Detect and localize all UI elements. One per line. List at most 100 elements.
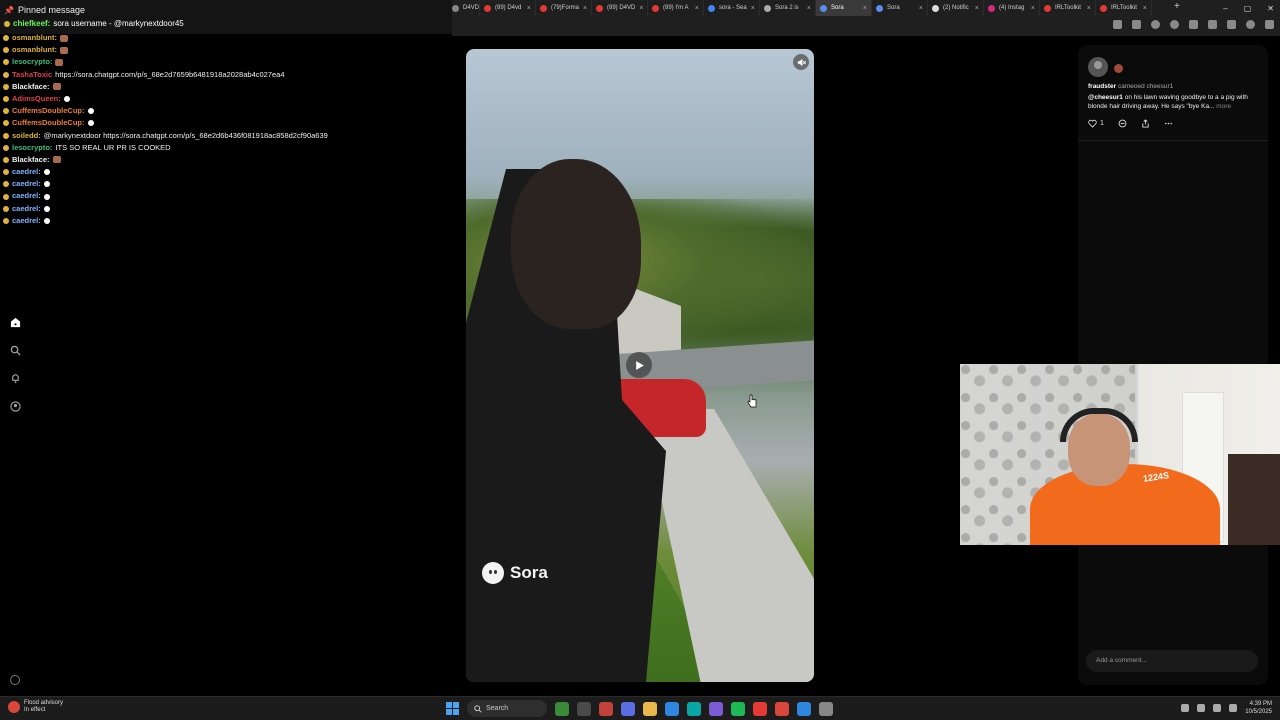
browser-tab[interactable]: (89) D4vd × (480, 0, 536, 16)
taskbar-app-icon[interactable] (599, 701, 613, 716)
remix-button[interactable] (1118, 119, 1127, 128)
tab-close-icon[interactable]: × (751, 5, 755, 12)
weather-widget[interactable]: Flood advisory In effect (8, 700, 63, 714)
browser-tab[interactable]: sora - Sea × (704, 0, 760, 16)
notifications-icon[interactable] (9, 372, 21, 384)
mute-button[interactable] (793, 54, 809, 70)
profile-avatar-icon[interactable] (1246, 20, 1255, 29)
extension-icon[interactable] (1151, 20, 1160, 29)
extension-icon[interactable] (1189, 20, 1198, 29)
like-button[interactable]: 1 (1088, 119, 1104, 128)
chat-username[interactable]: TashaToxic (12, 69, 52, 81)
video-player[interactable]: Sora (466, 49, 814, 682)
tab-close-icon[interactable]: × (1143, 5, 1147, 12)
taskbar-app-icon[interactable] (797, 701, 811, 716)
chevron-up-icon[interactable] (1181, 704, 1190, 712)
chat-username[interactable]: CuffemsDoubleCup: (12, 105, 85, 117)
start-button[interactable] (446, 702, 459, 715)
chat-username[interactable]: Blackface: (12, 81, 50, 93)
volume-icon[interactable] (1213, 704, 1222, 712)
tab-close-icon[interactable]: × (807, 5, 811, 12)
share-button[interactable] (1141, 119, 1150, 128)
browser-tab[interactable]: (89) I'm A × (648, 0, 704, 16)
puzzle-icon[interactable] (1227, 20, 1236, 29)
tab-close-icon[interactable]: × (863, 5, 867, 12)
tab-close-icon[interactable]: × (1031, 5, 1035, 12)
chat-username[interactable]: AdimsQueen: (12, 93, 61, 105)
browser-tab[interactable]: (89) D4VD × (592, 0, 648, 16)
play-button[interactable] (626, 352, 652, 378)
taskbar-app-icon[interactable] (577, 701, 591, 716)
clock[interactable]: 4:39 PM 10/5/2025 (1245, 700, 1272, 716)
browser-tab[interactable]: Sora 2 is × (760, 0, 816, 16)
taskbar-app-icon[interactable] (731, 701, 745, 716)
profile-icon[interactable] (9, 400, 21, 412)
extension-icon[interactable] (1170, 20, 1179, 29)
post-card: fraudster cameoed cheesur1 @cheesur1 on … (1078, 45, 1268, 141)
chat-username[interactable]: CuffemsDoubleCup: (12, 117, 85, 129)
network-icon[interactable] (1197, 704, 1206, 712)
chat-username[interactable]: caedrel: (12, 215, 41, 227)
tab-close-icon[interactable]: × (1087, 5, 1091, 12)
post-username[interactable]: fraudster (1088, 83, 1116, 90)
chat-username[interactable]: soiledd: (12, 130, 41, 142)
clock-date: 10/5/2025 (1245, 709, 1272, 715)
taskbar-app-icon[interactable] (665, 701, 679, 716)
bookmark-star-icon[interactable] (1132, 20, 1141, 29)
chat-username[interactable]: osmanblunt: (12, 44, 57, 56)
chat-username[interactable]: lesocrypto: (12, 142, 52, 154)
chat-username[interactable]: Blackface: (12, 154, 50, 166)
taskbar-app-icon[interactable] (555, 701, 569, 716)
extension-icon[interactable] (1208, 20, 1217, 29)
tab-close-icon[interactable]: × (639, 5, 643, 12)
new-tab-button[interactable]: + (1174, 1, 1180, 12)
taskbar-app-icon[interactable] (687, 701, 701, 716)
chat-username[interactable]: caedrel: (12, 203, 41, 215)
browser-tab[interactable]: (4) Instag × (984, 0, 1040, 16)
chat-username[interactable]: caedrel: (12, 178, 41, 190)
more-link[interactable]: more (1216, 103, 1231, 110)
cameo-avatar[interactable] (1114, 64, 1123, 73)
chat-message: osmanblunt: (3, 32, 443, 44)
browser-tab[interactable]: Sora × (816, 0, 872, 16)
menu-icon[interactable] (1265, 20, 1274, 29)
chat-username[interactable]: osmanblunt: (12, 32, 57, 44)
browser-tab[interactable]: (2) Notific × (928, 0, 984, 16)
tab-close-icon[interactable]: × (583, 5, 587, 12)
taskbar-app-icon[interactable] (753, 701, 767, 716)
close-window-button[interactable]: ✕ (1267, 4, 1274, 13)
minimize-button[interactable]: – (1223, 4, 1227, 13)
browser-tab[interactable]: D4VD× (448, 0, 480, 16)
search-icon[interactable] (9, 344, 21, 356)
tab-favicon-icon (988, 4, 995, 12)
battery-icon[interactable] (1229, 704, 1238, 712)
browser-tab[interactable]: (79)Forma × (536, 0, 592, 16)
chat-username[interactable]: caedrel: (12, 190, 41, 202)
taskbar-app-icon[interactable] (709, 701, 723, 716)
home-icon[interactable] (9, 316, 21, 328)
avatar[interactable] (1088, 57, 1108, 77)
tab-close-icon[interactable]: × (975, 5, 979, 12)
more-options-button[interactable] (1164, 119, 1173, 128)
taskbar-search[interactable]: Search (467, 700, 547, 717)
caption-handle[interactable]: @cheesur1 (1088, 94, 1123, 101)
maximize-button[interactable]: ▢ (1244, 4, 1252, 13)
translate-icon[interactable] (1113, 20, 1122, 29)
emote-icon (87, 120, 94, 127)
taskbar-app-icon[interactable] (621, 701, 635, 716)
tab-close-icon[interactable]: × (919, 5, 923, 12)
chat-username[interactable]: caedrel: (12, 166, 41, 178)
browser-tab[interactable]: IRLToolkit × (1040, 0, 1096, 16)
taskbar-app-icon[interactable] (775, 701, 789, 716)
browser-tab[interactable]: Sora × (872, 0, 928, 16)
pinned-user[interactable]: chiefkeef: (13, 19, 50, 28)
taskbar-app-icon[interactable] (819, 701, 833, 716)
taskbar-app-icon[interactable] (643, 701, 657, 716)
tab-close-icon[interactable]: × (527, 5, 531, 12)
remix-icon (1118, 119, 1127, 128)
comment-input[interactable]: Add a comment... (1086, 650, 1258, 672)
tab-close-icon[interactable]: × (695, 5, 699, 12)
chat-username[interactable]: lesocrypto: (12, 56, 52, 68)
settings-icon[interactable] (10, 675, 20, 685)
browser-tab[interactable]: IRLToolkit × (1096, 0, 1152, 16)
